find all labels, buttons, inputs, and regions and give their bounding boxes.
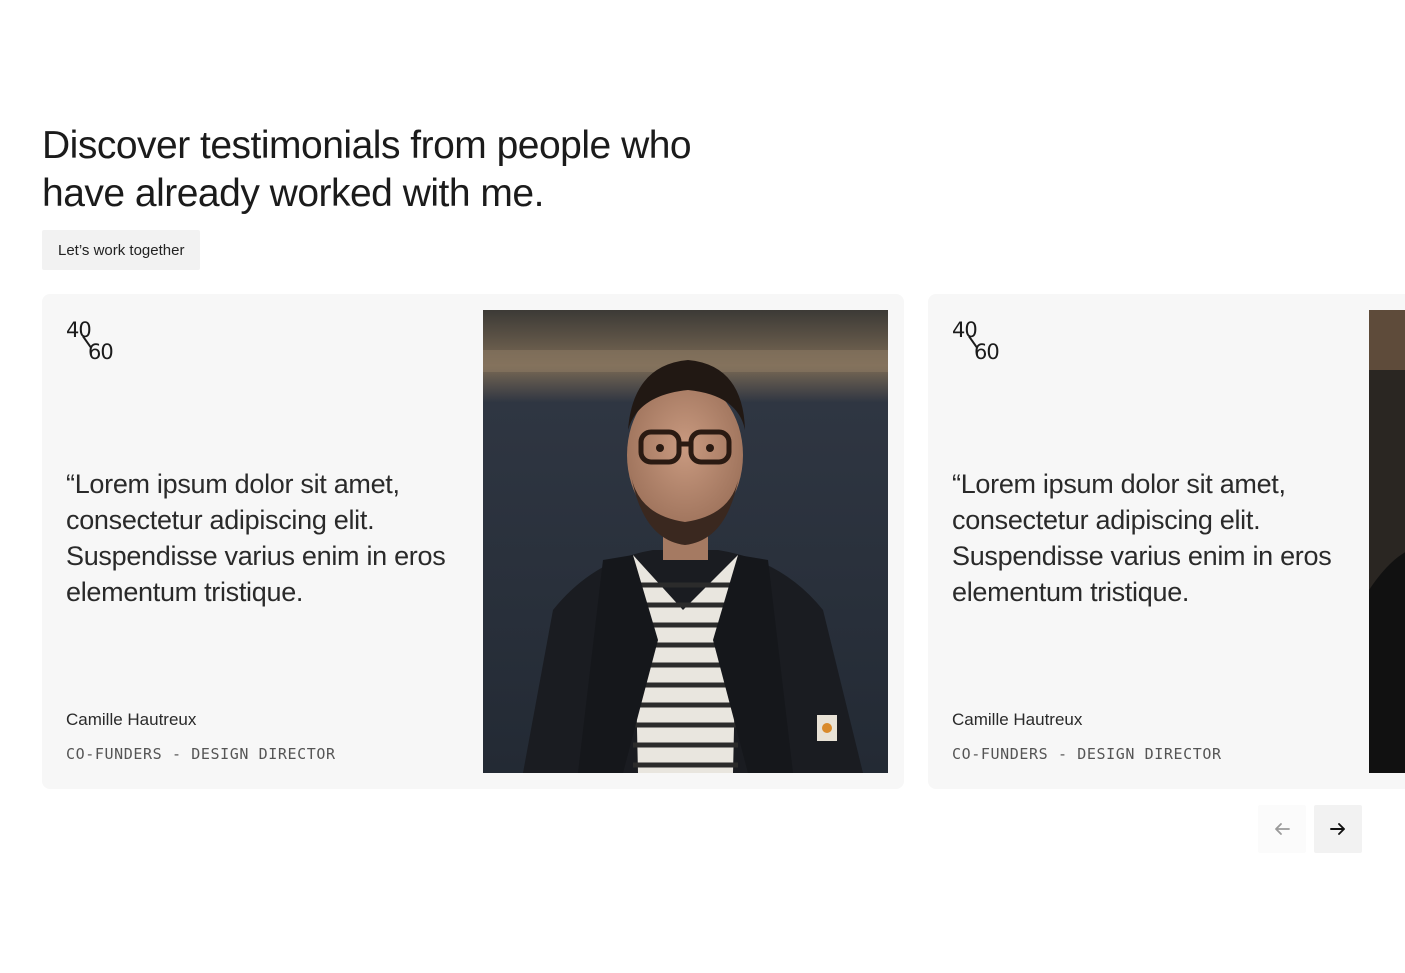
testimonials-section: Discover testimonials from people who ha… bbox=[0, 0, 1405, 973]
company-logo: 40 60 bbox=[66, 318, 126, 364]
person-photo bbox=[1369, 310, 1405, 773]
logo-bottom-number: 60 bbox=[88, 340, 114, 364]
carousel-prev-button[interactable] bbox=[1258, 805, 1306, 853]
person-role: CO-FUNDERS - DESIGN DIRECTOR bbox=[66, 745, 336, 763]
logo-bottom-number: 60 bbox=[974, 340, 1000, 364]
testimonial-quote: “Lorem ipsum dolor sit amet, consectetur… bbox=[66, 469, 446, 607]
logo-top-number: 40 bbox=[952, 318, 978, 342]
testimonial-card: 40 60 “Lorem ipsum dolor sit amet, conse… bbox=[42, 294, 904, 789]
person-photo bbox=[483, 310, 888, 773]
testimonial-quote: “Lorem ipsum dolor sit amet, consectetur… bbox=[952, 469, 1332, 607]
arrow-right-icon bbox=[1330, 823, 1345, 835]
testimonial-carousel: 40 60 “Lorem ipsum dolor sit amet, conse… bbox=[42, 294, 1405, 789]
arrow-left-icon bbox=[1275, 823, 1290, 835]
logo-top-number: 40 bbox=[66, 318, 92, 342]
work-together-button[interactable]: Let’s work together bbox=[42, 230, 201, 270]
person-role: CO-FUNDERS - DESIGN DIRECTOR bbox=[952, 745, 1222, 763]
testimonial-card: 40 60 “Lorem ipsum dolor sit amet, conse… bbox=[928, 294, 1405, 789]
section-headline: Discover testimonials from people who ha… bbox=[42, 124, 692, 215]
carousel-track: 40 60 “Lorem ipsum dolor sit amet, conse… bbox=[42, 294, 1405, 789]
person-name: Camille Hautreux bbox=[952, 710, 1083, 729]
person-name: Camille Hautreux bbox=[66, 710, 197, 729]
company-logo: 40 60 bbox=[952, 318, 1012, 364]
carousel-next-button[interactable] bbox=[1314, 805, 1362, 853]
